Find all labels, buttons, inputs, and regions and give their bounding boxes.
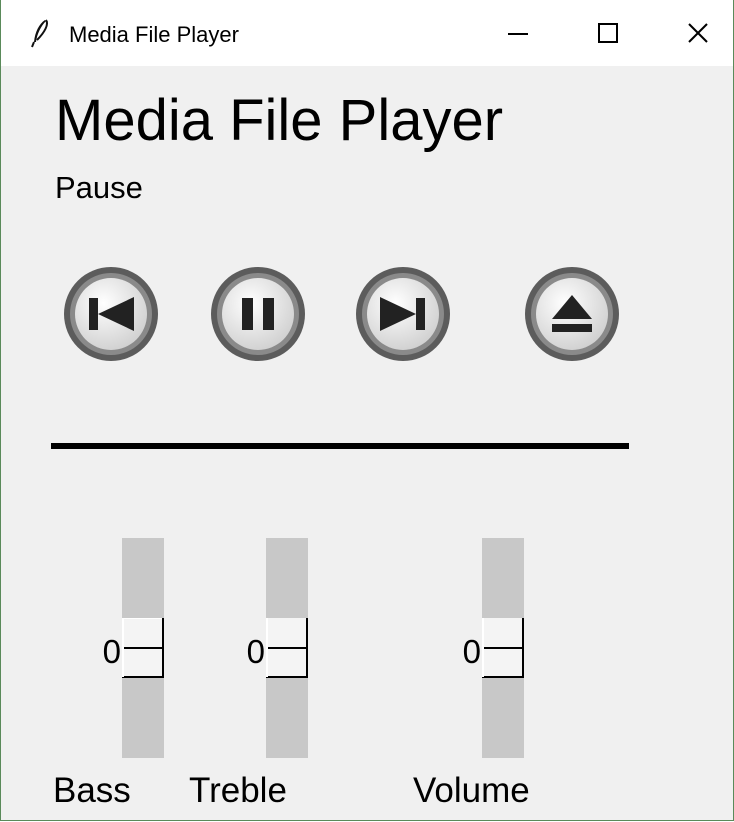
treble-trough[interactable] [266, 538, 308, 758]
minimize-button[interactable] [473, 0, 563, 66]
skip-next-icon [356, 267, 450, 361]
next-button[interactable] [353, 264, 453, 364]
bass-scale[interactable]: 0 [81, 538, 191, 758]
previous-button[interactable] [61, 264, 161, 364]
treble-slider-thumb[interactable] [266, 618, 308, 678]
volume-scale[interactable]: 0 [441, 538, 551, 758]
volume-value: 0 [462, 633, 481, 670]
progress-line [51, 443, 629, 449]
pause-button[interactable] [208, 264, 308, 364]
title-bar[interactable]: Media File Player [1, 0, 733, 66]
eject-button[interactable] [522, 264, 622, 364]
feather-icon [29, 18, 51, 48]
maximize-icon [598, 23, 618, 43]
eject-icon [525, 267, 619, 361]
skip-previous-icon [64, 267, 158, 361]
pause-icon [211, 267, 305, 361]
status-label: Pause [55, 170, 143, 205]
app-title: Media File Player [55, 88, 504, 153]
bass-trough[interactable] [122, 538, 164, 758]
bass-value: 0 [102, 633, 121, 670]
minimize-icon [508, 33, 528, 35]
window-title: Media File Player [69, 22, 239, 47]
close-icon [688, 23, 708, 43]
volume-trough[interactable] [482, 538, 524, 758]
volume-slider-thumb[interactable] [482, 618, 524, 678]
treble-label: Treble [189, 771, 287, 810]
volume-label: Volume [413, 771, 530, 810]
treble-scale[interactable]: 0 [225, 538, 335, 758]
bass-label: Bass [53, 771, 131, 810]
bass-slider-thumb[interactable] [122, 618, 164, 678]
treble-value: 0 [246, 633, 265, 670]
app-window: Media File Player Media File Player Paus… [0, 0, 734, 821]
close-button[interactable] [653, 0, 733, 66]
maximize-button[interactable] [563, 0, 653, 66]
